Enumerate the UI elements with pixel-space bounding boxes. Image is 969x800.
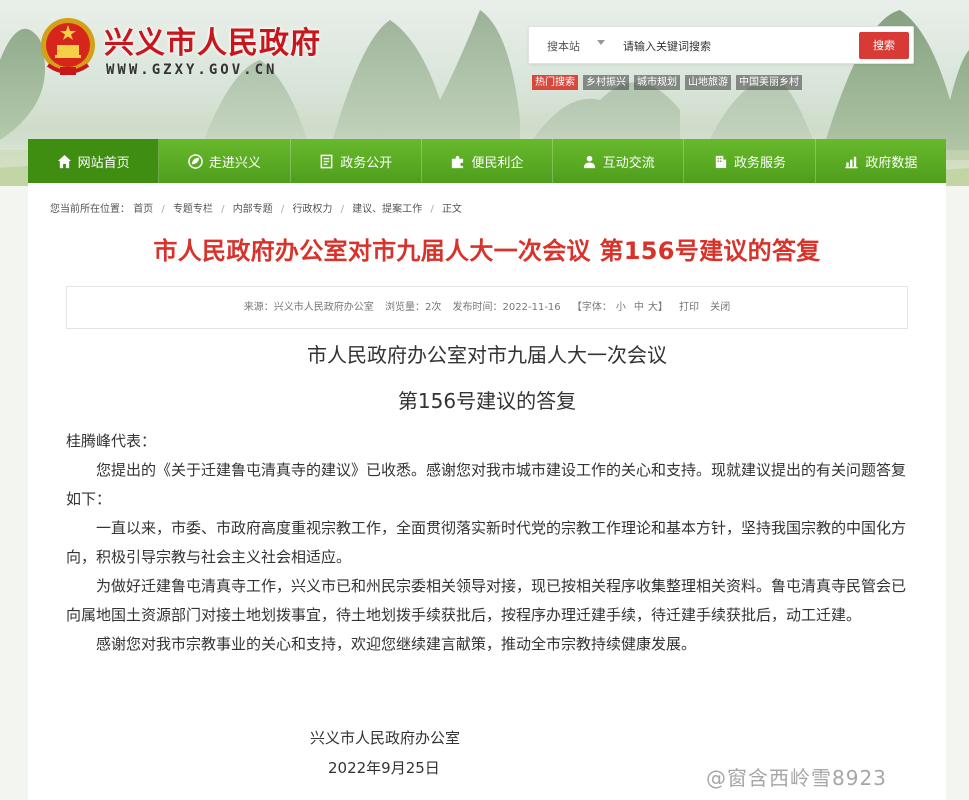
article-subtitle-line1: 市人民政府办公室对市九届人大一次会议 (307, 343, 667, 367)
paragraph: 您提出的《关于迁建鲁屯清真寺的建议》已收悉。感谢您对我市城市建设工作的关心和支持… (66, 461, 907, 508)
breadcrumb-separator: / (221, 204, 225, 215)
nav-label: 走进兴义 (208, 155, 261, 171)
nav-label: 政务公开 (340, 155, 393, 171)
article-container: 您当前所在位置： 首页 / 专题专栏 / 内部专题 / 行政权力 / 建议、提案… (28, 183, 946, 800)
close-button[interactable]: 关闭 (710, 302, 730, 313)
breadcrumb-link[interactable]: 内部专题 (233, 204, 273, 215)
leaf-icon (188, 153, 203, 169)
signature-date: 2022年9月25日 (328, 759, 440, 777)
article-subtitle-line2: 第156号建议的答复 (397, 389, 577, 413)
nav-label: 互动交流 (602, 155, 655, 171)
breadcrumb-current: 正文 (441, 204, 462, 215)
main-nav: 网站首页 走进兴义 政务公开 便民利企 互动交流 政务服务 政府数据 (28, 139, 946, 183)
nav-item-services[interactable]: 便民利企 (422, 139, 554, 183)
home-icon (57, 154, 71, 168)
document-icon (320, 154, 333, 168)
chart-icon (845, 156, 858, 168)
building-icon (715, 155, 727, 168)
hot-search-tags: 热门搜索 乡村振兴 城市规划 山地旅游 中国美丽乡村 (532, 75, 802, 91)
signature-org: 兴义市人民政府办公室 (310, 729, 461, 747)
nav-item-gov-services[interactable]: 政务服务 (684, 139, 816, 183)
breadcrumb-separator: / (430, 204, 434, 215)
hot-tag[interactable]: 中国美丽乡村 (736, 75, 802, 90)
national-emblem-icon (41, 18, 95, 75)
breadcrumb-link[interactable]: 首页 (133, 204, 153, 215)
font-size-label: 【字体： (571, 302, 612, 313)
article-body: 桂腾峰代表： 您提出的《关于迁建鲁屯清真寺的建议》已收悉。感谢您对我市城市建设工… (66, 427, 908, 659)
breadcrumb-link[interactable]: 专题专栏 (173, 204, 213, 215)
nav-label: 便民利企 (471, 155, 524, 171)
breadcrumb: 您当前所在位置： 首页 / 专题专栏 / 内部专题 / 行政权力 / 建议、提案… (50, 200, 462, 215)
meta-published: 发布时间：2022-11-16 (452, 302, 561, 313)
breadcrumb-link[interactable]: 建议、提案工作 (352, 204, 422, 215)
meta-source: 来源：兴义市人民政府办公室 (243, 302, 374, 313)
search-scope-select[interactable]: 搜本站 (547, 38, 580, 54)
nav-label: 政府数据 (865, 155, 918, 171)
paragraph: 感谢您对我市宗教事业的关心和支持，欢迎您继续建言献策，推动全市宗教持续健康发展。 (96, 635, 697, 653)
breadcrumb-separator: / (280, 204, 285, 215)
font-large-button[interactable]: 大】 (648, 302, 668, 313)
hot-tag[interactable]: 山地旅游 (685, 75, 731, 90)
breadcrumb-separator: / (161, 204, 165, 215)
hot-tag[interactable]: 乡村振兴 (583, 75, 629, 90)
article-meta: 来源：兴义市人民政府办公室 浏览量：2次 发布时间：2022-11-16 【字体… (66, 286, 908, 329)
font-small-button[interactable]: 小 (616, 302, 626, 313)
puzzle-icon (452, 155, 464, 168)
nav-item-gov-data[interactable]: 政府数据 (816, 139, 946, 183)
breadcrumb-link[interactable]: 行政权力 (292, 204, 332, 215)
salutation: 桂腾峰代表： (66, 432, 157, 450)
nav-item-gov-affairs[interactable]: 政务公开 (291, 139, 422, 183)
hot-search-label: 热门搜索 (532, 75, 578, 90)
chevron-down-icon[interactable] (597, 40, 605, 45)
search-button[interactable]: 搜索 (859, 32, 909, 59)
article-title: 市人民政府办公室对市九届人大一次会议 第156号建议的答复 (153, 237, 821, 265)
paragraph: 一直以来，市委、市政府高度重视宗教工作，全面贯彻落实新时代党的宗教工作理论和基本… (66, 519, 907, 566)
site-name[interactable]: 兴义市人民政府 (104, 18, 321, 62)
watermark: @窗含西岭雪8923 (706, 766, 887, 790)
search-input[interactable] (623, 35, 851, 57)
meta-views: 浏览量：2次 (384, 302, 442, 313)
breadcrumb-prefix: 您当前所在位置： (50, 204, 130, 215)
nav-item-interaction[interactable]: 互动交流 (553, 139, 685, 183)
nav-label: 网站首页 (77, 155, 130, 171)
font-medium-button[interactable]: 中 (634, 302, 644, 313)
print-button[interactable]: 打印 (679, 302, 699, 313)
nav-item-about[interactable]: 走进兴义 (159, 139, 291, 183)
search-box: 搜本站 搜索 (528, 26, 914, 64)
hot-tag[interactable]: 城市规划 (634, 75, 680, 90)
nav-item-home[interactable]: 网站首页 (28, 139, 160, 183)
chat-icon (583, 155, 595, 168)
site-domain: WWW.GZXY.GOV.CN (106, 62, 278, 78)
nav-label: 政务服务 (734, 155, 787, 171)
breadcrumb-separator: / (340, 204, 344, 215)
paragraph: 为做好迁建鲁屯清真寺工作，兴义市已和州民宗委相关领导对接，现已按相关程序收集整理… (66, 577, 907, 624)
